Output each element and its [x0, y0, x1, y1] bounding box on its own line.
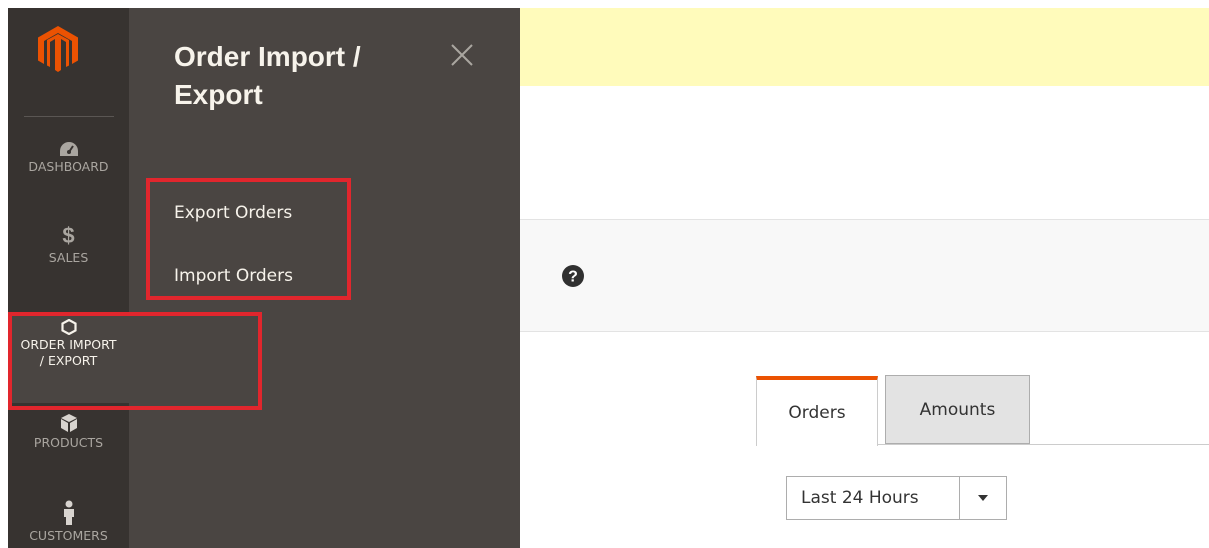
submenu-link-export-orders[interactable]: Export Orders: [174, 203, 292, 223]
nav-item-sales[interactable]: $ SALES: [8, 224, 129, 266]
submenu-link-import-orders[interactable]: Import Orders: [174, 266, 293, 286]
box-icon: [60, 414, 77, 432]
dashboard-icon: [59, 142, 78, 156]
system-notice-bar: [520, 8, 1209, 86]
nav-item-label: PRODUCTS: [33, 435, 104, 450]
nav-item-products[interactable]: PRODUCTS: [8, 413, 129, 451]
dollar-icon: $: [62, 223, 75, 248]
tab-amounts-label: Amounts: [919, 399, 996, 420]
period-select-value: Last 24 Hours: [801, 488, 919, 508]
nav-item-order-import-export[interactable]: ORDER IMPORT / EXPORT: [8, 313, 129, 403]
nav-item-label-line1: ORDER IMPORT: [20, 337, 117, 352]
svg-text:?: ?: [568, 269, 578, 286]
select-dropdown-button[interactable]: [959, 477, 1006, 519]
nav-item-label: CUSTOMERS: [29, 528, 108, 543]
period-select[interactable]: Last 24 Hours: [786, 476, 1007, 520]
tabs-baseline: [878, 444, 1209, 445]
submenu-flyout: Order Import / Export Export Orders Impo…: [129, 8, 520, 548]
admin-sidebar-nav: DASHBOARD $ SALES ORDER IMPORT / EXPORT …: [8, 8, 129, 548]
magento-logo-icon[interactable]: [38, 26, 78, 72]
nav-item-customers[interactable]: CUSTOMERS: [8, 500, 129, 544]
help-icon[interactable]: ?: [562, 265, 584, 287]
page-actions-band: [520, 219, 1209, 332]
submenu-title: Order Import / Export: [174, 38, 424, 114]
tab-orders-label: Orders: [788, 403, 846, 423]
nav-item-label: DASHBOARD: [28, 159, 109, 174]
chevron-down-icon: [978, 495, 988, 501]
tab-orders[interactable]: Orders: [756, 376, 878, 446]
tab-amounts[interactable]: Amounts: [885, 375, 1030, 444]
hexagon-icon: [60, 319, 77, 335]
submenu-title-line2: Export: [174, 79, 263, 110]
nav-item-label: SALES: [48, 250, 89, 265]
main-content: ? Orders Amounts Last 24 Hours: [520, 0, 1209, 548]
nav-divider: [24, 116, 114, 117]
submenu-title-line1: Order Import /: [174, 41, 361, 72]
nav-item-dashboard[interactable]: DASHBOARD: [8, 141, 129, 175]
nav-item-label-line2: / EXPORT: [39, 353, 98, 368]
person-icon: [63, 500, 74, 525]
close-icon[interactable]: [449, 42, 475, 68]
